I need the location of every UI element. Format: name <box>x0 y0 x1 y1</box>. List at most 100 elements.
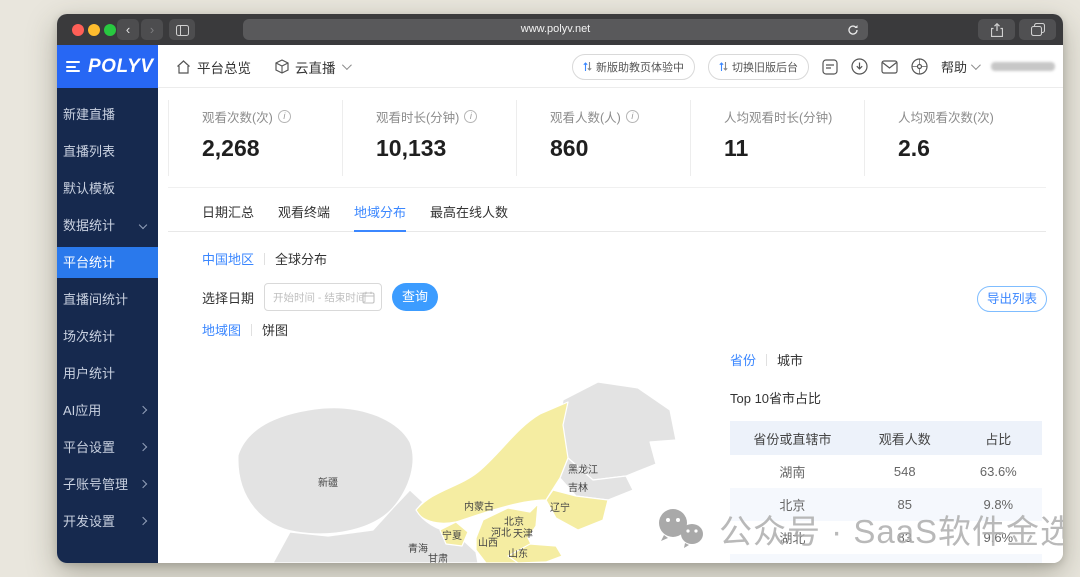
info-icon[interactable]: i <box>464 110 477 123</box>
sidebar-item-label: 子账号管理 <box>63 477 128 492</box>
stat-label: 观看次数(次) <box>202 107 273 126</box>
china-map[interactable]: 新疆 青海 甘肃 宁夏 内蒙古 山西 河北 北京 天津 山东 辽宁 吉林 黑龙江 <box>178 380 698 563</box>
browser-back-button[interactable]: ‹ <box>117 19 139 40</box>
stat-label: 观看时长(分钟) <box>376 107 459 126</box>
info-icon[interactable]: i <box>278 110 291 123</box>
download-center-icon[interactable] <box>851 58 868 75</box>
new-assistant-page-button[interactable]: 新版助教页体验中 <box>572 54 695 80</box>
stat-value: 10,133 <box>376 135 516 162</box>
stat-value: 860 <box>550 135 690 162</box>
table-row[interactable]: 广东 47 5.4% <box>730 554 1042 563</box>
map-label: 黑龙江 <box>568 463 598 476</box>
map-label: 山东 <box>508 547 528 560</box>
cell-province: 湖南 <box>730 455 855 488</box>
mail-icon[interactable] <box>881 60 898 74</box>
browser-chrome: ‹ › www.polyv.net <box>57 14 1063 45</box>
cell-viewers: 47 <box>855 554 955 563</box>
stat-card-views: 观看次数(次) i 2,268 <box>168 100 342 176</box>
browser-forward-button[interactable]: › <box>141 19 163 40</box>
tab-watch-terminal[interactable]: 观看终端 <box>278 198 330 231</box>
stat-value: 2.6 <box>898 135 1038 162</box>
cell-viewers: 548 <box>855 455 955 488</box>
stats-row: 观看次数(次) i 2,268 观看时长(分钟) i 10,133 观看人数(人) i… <box>168 100 1038 176</box>
query-button[interactable]: 查询 <box>392 283 438 311</box>
date-range-input[interactable]: 开始时间 - 结束时间 <box>264 283 382 311</box>
sidebar-item-live-list[interactable]: 直播列表 <box>57 133 158 170</box>
nav-label: 云直播 <box>295 57 336 77</box>
message-list-icon[interactable] <box>822 59 838 75</box>
tab-region-distribution[interactable]: 地域分布 <box>354 198 406 231</box>
help-menu[interactable]: 帮助 <box>941 57 978 76</box>
filter-row: 选择日期 开始时间 - 结束时间 查询 <box>202 283 438 311</box>
sidebar-item-new-live[interactable]: 新建直播 <box>57 96 158 133</box>
chevron-right-icon <box>139 517 147 525</box>
wechat-icon <box>655 507 707 551</box>
map-label: 天津 <box>513 528 533 540</box>
reload-icon[interactable] <box>847 23 859 44</box>
nav-cloud-live[interactable]: 云直播 <box>275 57 349 77</box>
sidebar-item-data-statistics[interactable]: 数据统计 <box>57 207 158 244</box>
date-filter-label: 选择日期 <box>202 288 254 307</box>
info-icon[interactable]: i <box>626 110 639 123</box>
url-text: www.polyv.net <box>521 23 591 35</box>
address-bar[interactable]: www.polyv.net <box>243 19 868 40</box>
tab-overview-icon[interactable] <box>1019 19 1056 40</box>
tab-date-summary[interactable]: 日期汇总 <box>202 198 254 231</box>
stat-label: 人均观看次数(次) <box>898 107 994 126</box>
view-tab-pie[interactable]: 饼图 <box>262 320 288 339</box>
close-window-button[interactable] <box>72 24 84 36</box>
map-label: 宁夏 <box>442 529 462 542</box>
chevron-right-icon <box>139 443 147 451</box>
sidebar-item-user-statistics[interactable]: 用户统计 <box>57 355 158 392</box>
brand-logo[interactable]: POLYV <box>57 45 158 88</box>
region-tab-china[interactable]: 中国地区 <box>202 249 254 268</box>
sidebar-item-subaccount-management[interactable]: 子账号管理 <box>57 466 158 503</box>
section-divider <box>168 187 1046 188</box>
calendar-icon[interactable] <box>362 291 375 309</box>
table-header-row: 省份或直辖市 观看人数 占比 <box>730 421 1042 455</box>
menu-collapse-icon[interactable] <box>66 59 80 75</box>
divider <box>251 324 252 336</box>
switch-arrows-icon <box>719 61 728 72</box>
stat-label: 观看人数(人) <box>550 107 621 126</box>
sidebar-item-platform-settings[interactable]: 平台设置 <box>57 429 158 466</box>
sidebar-item-default-template[interactable]: 默认模板 <box>57 170 158 207</box>
chevron-down-icon <box>139 221 147 229</box>
minimize-window-button[interactable] <box>88 24 100 36</box>
sidebar-item-label: 数据统计 <box>63 218 115 233</box>
stat-card-avg-minutes: 人均观看时长(分钟) 11 <box>690 100 864 176</box>
view-tab-map[interactable]: 地域图 <box>202 320 241 339</box>
share-icon[interactable] <box>978 19 1015 40</box>
export-list-button[interactable]: 导出列表 <box>977 286 1047 312</box>
customer-service-icon[interactable] <box>911 58 928 75</box>
sidebar-item-dev-settings[interactable]: 开发设置 <box>57 503 158 540</box>
sidebar-item-session-statistics[interactable]: 场次统计 <box>57 318 158 355</box>
stat-card-avg-views: 人均观看次数(次) 2.6 <box>864 100 1038 176</box>
tab-city[interactable]: 城市 <box>777 350 803 369</box>
sidebar-toggle-icon[interactable] <box>169 19 195 40</box>
stat-value: 2,268 <box>202 135 342 162</box>
sidebar-item-label: 平台统计 <box>63 255 115 270</box>
zoom-window-button[interactable] <box>104 24 116 36</box>
stat-card-viewers: 观看人数(人) i 860 <box>516 100 690 176</box>
account-name-redacted[interactable] <box>991 62 1055 71</box>
app-header: POLYV 平台总览 云直播 新版助教页体验中 切换旧版后台 <box>57 45 1063 88</box>
nav-platform-overview[interactable]: 平台总览 <box>176 57 251 77</box>
switch-old-console-button[interactable]: 切换旧版后台 <box>708 54 809 80</box>
stat-value: 11 <box>724 135 864 162</box>
chevron-down-icon <box>341 60 351 70</box>
watermark-text: 公众号 · SaaS软件金选 <box>719 505 1063 553</box>
col-viewers: 观看人数 <box>855 421 955 455</box>
date-placeholder: 开始时间 - 结束时间 <box>273 290 366 305</box>
chevron-down-icon <box>971 60 981 70</box>
sidebar-item-room-statistics[interactable]: 直播间统计 <box>57 281 158 318</box>
sidebar-item-ai-apps[interactable]: AI应用 <box>57 392 158 429</box>
tab-province[interactable]: 省份 <box>730 350 756 369</box>
tab-max-online[interactable]: 最高在线人数 <box>430 198 508 231</box>
col-province: 省份或直辖市 <box>730 421 855 455</box>
sidebar-item-platform-statistics[interactable]: 平台统计 <box>57 247 158 278</box>
region-switch: 中国地区 全球分布 <box>202 249 327 268</box>
table-row[interactable]: 湖南 548 63.6% <box>730 455 1042 488</box>
pill-label: 切换旧版后台 <box>732 59 798 75</box>
region-tab-global[interactable]: 全球分布 <box>275 249 327 268</box>
